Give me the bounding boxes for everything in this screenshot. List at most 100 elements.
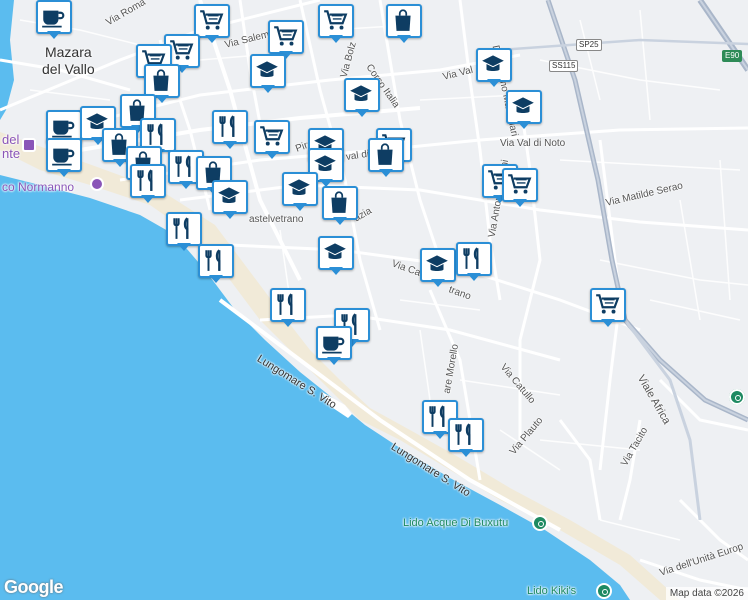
- marker-tip: [141, 195, 155, 203]
- map-marker-restaurant[interactable]: [270, 288, 306, 327]
- school-icon: [350, 85, 372, 102]
- map-marker-shopping-bag[interactable]: [386, 4, 422, 43]
- marker-tip: [355, 109, 369, 117]
- map-marker-school[interactable]: [476, 48, 512, 87]
- street-label-nte: nte: [2, 146, 21, 161]
- shopping-bag-icon: [395, 9, 411, 31]
- restaurant-icon: [219, 115, 235, 137]
- shield-e90: E90: [722, 50, 743, 62]
- marker-tip: [379, 169, 393, 177]
- marker-tip: [327, 357, 341, 365]
- map-marker-restaurant[interactable]: [130, 164, 166, 203]
- restaurant-icon: [175, 155, 191, 177]
- cafe-icon: [52, 148, 75, 166]
- map-marker-school[interactable]: [344, 78, 380, 117]
- shield-ss115: SS115: [549, 60, 579, 72]
- marker-tip: [431, 279, 445, 287]
- map-marker-cart[interactable]: [590, 288, 626, 327]
- cart-icon: [508, 174, 532, 194]
- marker-tip: [223, 211, 237, 219]
- cafe-icon: [52, 120, 75, 138]
- museum-icon[interactable]: [22, 138, 36, 152]
- cart-icon: [324, 10, 348, 30]
- marker-tip: [601, 319, 615, 327]
- shopping-bag-icon: [377, 143, 393, 165]
- cart-icon: [274, 26, 298, 46]
- map-canvas[interactable]: Via Roma Via Salemi Via Bolz Corso Itali…: [0, 0, 748, 600]
- map-marker-restaurant[interactable]: [212, 110, 248, 149]
- map-marker-cafe[interactable]: [316, 326, 352, 365]
- map-marker-restaurant[interactable]: [448, 418, 484, 457]
- map-marker-cart[interactable]: [318, 4, 354, 43]
- marker-tip: [329, 267, 343, 275]
- poi-label-lido-kiki[interactable]: Lido Kiki's: [527, 585, 576, 597]
- map-marker-school[interactable]: [506, 90, 542, 129]
- marker-tip: [329, 35, 343, 43]
- map-marker-restaurant[interactable]: [456, 242, 492, 281]
- lido-buxutu-icon[interactable]: [532, 515, 548, 531]
- map-marker-school[interactable]: [318, 236, 354, 275]
- street-label-del: del: [2, 132, 20, 147]
- restaurant-icon: [173, 217, 189, 239]
- map-marker-restaurant[interactable]: [198, 244, 234, 283]
- google-logo: Google: [4, 577, 64, 597]
- school-icon: [482, 55, 504, 72]
- restaurant-icon: [463, 247, 479, 269]
- map-attribution: Map data ©2026: [665, 587, 748, 600]
- cart-icon: [596, 294, 620, 314]
- shopping-bag-icon: [153, 69, 169, 91]
- poi-label-lido-buxutu[interactable]: Lido Acque Di Buxutu: [403, 517, 508, 529]
- restaurant-icon: [137, 169, 153, 191]
- map-marker-cart[interactable]: [502, 168, 538, 207]
- marker-tip: [209, 275, 223, 283]
- marker-tip: [223, 141, 237, 149]
- school-icon: [218, 187, 240, 204]
- map-marker-cart[interactable]: [268, 20, 304, 59]
- school-icon: [324, 243, 346, 260]
- marker-tip: [333, 217, 347, 225]
- city-label: Mazara del Vallo: [42, 44, 95, 78]
- map-marker-school[interactable]: [212, 180, 248, 219]
- marker-tip: [179, 181, 193, 189]
- street-label-via-val-di-noto: Via Val di Noto: [500, 138, 566, 149]
- map-marker-cafe[interactable]: [46, 138, 82, 177]
- map-marker-cafe[interactable]: [36, 0, 72, 39]
- school-icon: [288, 179, 310, 196]
- restaurant-icon: [205, 249, 221, 271]
- cafe-icon: [42, 10, 65, 28]
- marker-tip: [513, 199, 527, 207]
- cafe-icon: [322, 336, 345, 354]
- map-marker-cart[interactable]: [254, 120, 290, 159]
- map-marker-school[interactable]: [282, 172, 318, 211]
- school-icon: [512, 97, 534, 114]
- street-label-normanno: co Normanno: [2, 180, 75, 194]
- marker-tip: [265, 151, 279, 159]
- city-label-line1: Mazara: [44, 44, 92, 60]
- map-marker-school[interactable]: [420, 248, 456, 287]
- marker-tip: [459, 449, 473, 457]
- marker-tip: [113, 159, 127, 167]
- marker-tip: [47, 31, 61, 39]
- restaurant-icon: [147, 123, 163, 145]
- marker-tip: [467, 273, 481, 281]
- map-marker-shopping-bag[interactable]: [368, 138, 404, 177]
- marker-tip: [205, 35, 219, 43]
- marker-tip: [261, 85, 275, 93]
- marker-tip: [57, 169, 71, 177]
- marker-tip: [177, 243, 191, 251]
- map-marker-shopping-bag[interactable]: [322, 186, 358, 225]
- marker-tip: [517, 121, 531, 129]
- map-marker-restaurant[interactable]: [166, 212, 202, 251]
- map-marker-school[interactable]: [250, 54, 286, 93]
- marker-tip: [487, 79, 501, 87]
- restaurant-icon: [277, 293, 293, 315]
- camera-icon[interactable]: [90, 177, 104, 191]
- park-marker-icon[interactable]: [729, 389, 745, 405]
- marker-tip: [155, 95, 169, 103]
- street-label-via-castelvetrano-left: astelvetrano: [249, 214, 304, 225]
- marker-tip: [397, 35, 411, 43]
- lido-kiki-icon[interactable]: [596, 583, 612, 599]
- city-label-line2: del Vallo: [42, 61, 95, 77]
- cart-icon: [260, 126, 284, 146]
- restaurant-icon: [455, 423, 471, 445]
